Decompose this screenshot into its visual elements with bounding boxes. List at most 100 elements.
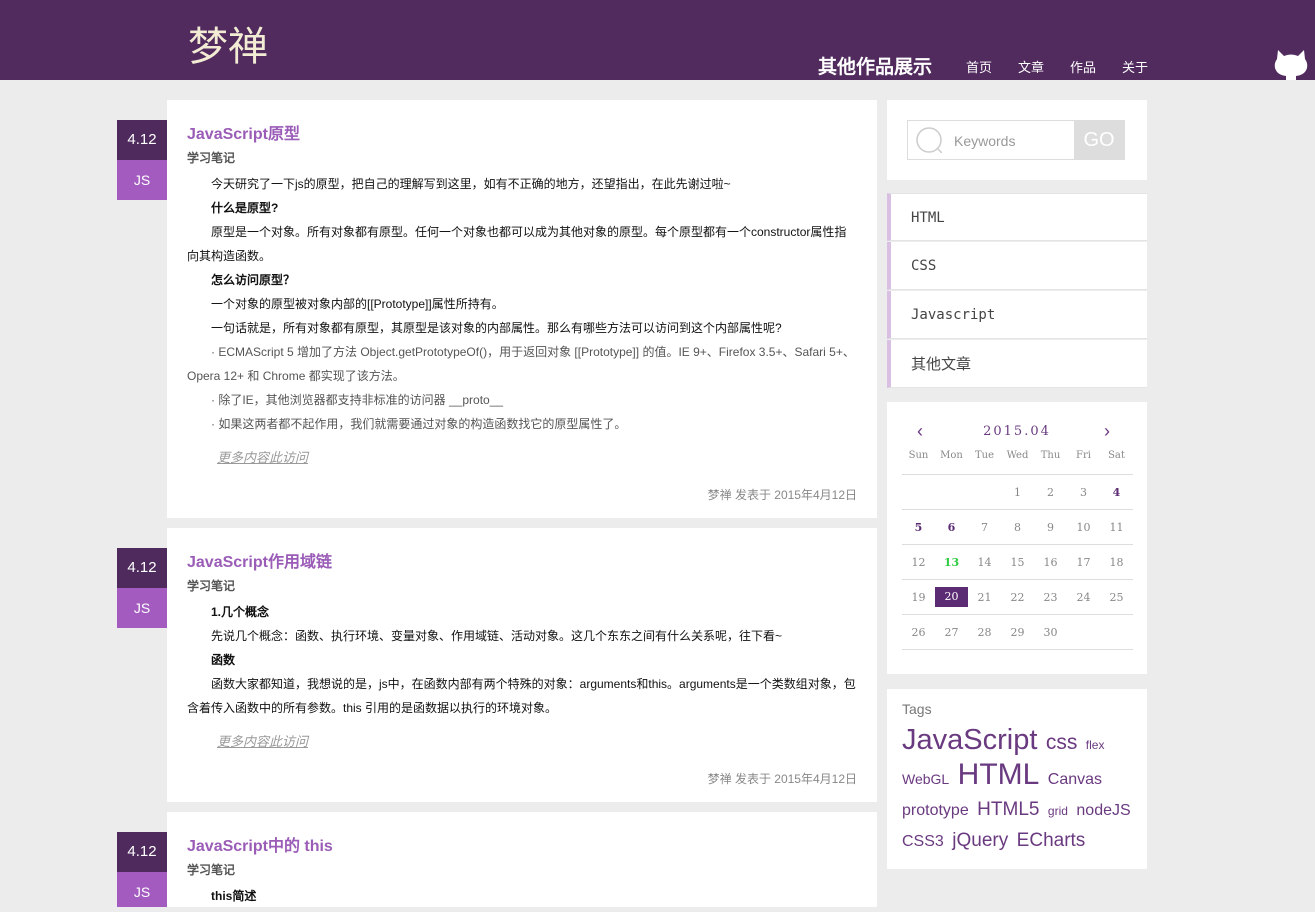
calendar-day[interactable]: 11 bbox=[1100, 521, 1133, 534]
tag-link[interactable]: ECharts bbox=[1017, 830, 1086, 851]
calendar-day[interactable]: 25 bbox=[1100, 591, 1133, 604]
brand-title[interactable]: 其他作品展示 bbox=[818, 52, 932, 79]
tag-link[interactable]: css bbox=[1046, 731, 1078, 754]
calendar-week: 1234 bbox=[902, 475, 1133, 510]
tags-widget: Tags JavaScript css flex WebGL HTML Canv… bbox=[887, 689, 1147, 869]
calendar-weekday: Sat bbox=[1108, 450, 1125, 461]
tag-link[interactable]: flex bbox=[1086, 738, 1105, 752]
post-excerpt: 今天研究了一下js的原型，把自己的理解写到这里，如有不正确的地方，还望指出，在此… bbox=[187, 172, 857, 436]
post-subheading: 怎么访问原型？ bbox=[211, 273, 296, 287]
post-subheading: this简述 bbox=[211, 889, 257, 903]
category-css[interactable]: CSS bbox=[887, 242, 1147, 290]
post-paragraph: 一个对象的原型被对象内部的[[Prototype]]属性所持有。 bbox=[211, 297, 504, 311]
calendar-weekday: Tue bbox=[974, 450, 995, 461]
calendar-day[interactable]: 10 bbox=[1067, 521, 1100, 534]
post-subheading: 什么是原型? bbox=[211, 201, 279, 215]
tag-link[interactable]: Canvas bbox=[1048, 771, 1102, 788]
tag-link[interactable]: CSS3 bbox=[902, 833, 944, 850]
calendar-day[interactable]: 16 bbox=[1034, 556, 1067, 569]
post-card: JavaScript中的 this 学习笔记 this简述 bbox=[167, 812, 877, 907]
calendar-day[interactable]: 21 bbox=[968, 591, 1001, 604]
calendar-day[interactable]: 24 bbox=[1067, 591, 1100, 604]
post-date-badge: 4.12 bbox=[117, 832, 167, 872]
tag-link[interactable]: HTML5 bbox=[977, 799, 1039, 820]
calendar-day[interactable]: 3 bbox=[1067, 486, 1100, 499]
search-go-button[interactable]: GO bbox=[1074, 121, 1124, 159]
post-paragraph: 一句话就是，所有对象都有原型，其原型是该对象的内部属性。那么有哪些方法可以访问到… bbox=[211, 321, 782, 335]
calendar-week: 5 6 7 8 9 10 11 bbox=[902, 510, 1133, 545]
nav-articles[interactable]: 文章 bbox=[1018, 57, 1044, 76]
post-paragraph: · 如果这两者都不起作用，我们就需要通过对象的构造函数找它的原型属性了。 bbox=[211, 417, 627, 431]
github-icon[interactable] bbox=[1274, 44, 1308, 80]
tag-link[interactable]: WebGL bbox=[902, 771, 949, 787]
category-html[interactable]: HTML bbox=[887, 193, 1147, 241]
search-input[interactable] bbox=[952, 129, 1076, 153]
nav-works[interactable]: 作品 bbox=[1070, 57, 1096, 76]
calendar-day[interactable]: 9 bbox=[1034, 521, 1067, 534]
calendar-day[interactable]: 27 bbox=[935, 626, 968, 639]
post-title[interactable]: JavaScript中的 this bbox=[187, 832, 333, 856]
calendar-day[interactable]: 22 bbox=[1001, 591, 1034, 604]
calendar-next-icon[interactable]: › bbox=[1104, 422, 1110, 440]
post-tag-badge[interactable]: JS bbox=[117, 160, 167, 200]
post-tag-badge[interactable]: JS bbox=[117, 588, 167, 628]
calendar-day[interactable]: 28 bbox=[968, 626, 1001, 639]
tags-title: Tags bbox=[902, 701, 932, 717]
calendar-day[interactable]: 18 bbox=[1100, 556, 1133, 569]
post-excerpt: this简述 bbox=[187, 884, 857, 908]
nav-home[interactable]: 首页 bbox=[966, 57, 992, 76]
calendar-weekday: Wed bbox=[1006, 450, 1029, 461]
post-paragraph: · 除了IE，其他浏览器都支持非标准的访问器 __proto__ bbox=[211, 393, 504, 407]
tag-link[interactable]: grid bbox=[1048, 804, 1068, 818]
svg-text:梦禅: 梦禅 bbox=[188, 24, 268, 70]
calendar-day[interactable]: 23 bbox=[1034, 591, 1067, 604]
calendar-day[interactable]: 1 bbox=[1001, 486, 1034, 499]
category-javascript[interactable]: Javascript bbox=[887, 291, 1147, 339]
post-paragraph: 原型是一个对象。所有对象都有原型。任何一个对象也都可以成为其他对象的原型。每个原… bbox=[187, 225, 847, 263]
calendar-day[interactable]: 17 bbox=[1067, 556, 1100, 569]
calendar-day[interactable]: 2 bbox=[1034, 486, 1067, 499]
search-box: GO bbox=[887, 100, 1147, 180]
tag-link[interactable]: prototype bbox=[902, 802, 969, 819]
calendar-day[interactable]: 29 bbox=[1001, 626, 1034, 639]
tag-link[interactable]: HTML bbox=[958, 758, 1040, 791]
tags-cloud: JavaScript css flex WebGL HTML Canvas pr… bbox=[902, 725, 1138, 857]
calendar-day[interactable]: 13 bbox=[935, 556, 968, 569]
tag-link[interactable]: nodeJS bbox=[1076, 802, 1130, 819]
calendar-day[interactable]: 6 bbox=[935, 521, 968, 534]
nav-about[interactable]: 关于 bbox=[1122, 57, 1148, 76]
calendar-day[interactable]: 26 bbox=[902, 626, 935, 639]
calendar-day[interactable]: 5 bbox=[902, 521, 935, 534]
calendar-day[interactable]: 15 bbox=[1001, 556, 1034, 569]
site-logo[interactable]: 梦禅 bbox=[188, 20, 288, 70]
calendar-day[interactable]: 4 bbox=[1100, 486, 1133, 499]
post-title[interactable]: JavaScript原型 bbox=[187, 120, 300, 144]
read-more-link[interactable]: 更多内容此访问 bbox=[217, 447, 308, 466]
calendar-weekday: Sun bbox=[908, 450, 929, 461]
calendar-week: 12 13 14 15 16 17 18 bbox=[902, 545, 1133, 580]
post-paragraph: 函数大家都知道，我想说的是，js中，在函数内部有两个特殊的对象：argument… bbox=[187, 677, 856, 715]
post-title[interactable]: JavaScript作用域链 bbox=[187, 548, 332, 572]
calendar-day[interactable]: 12 bbox=[902, 556, 935, 569]
post-date-badge: 4.12 bbox=[117, 548, 167, 588]
site-header: 梦禅 其他作品展示 首页 文章 作品 关于 bbox=[0, 0, 1315, 80]
post-subheading: 函数 bbox=[211, 653, 236, 667]
category-other[interactable]: 其他文章 bbox=[887, 340, 1147, 388]
post-meta: 梦禅 发表于 2015年4月12日 bbox=[707, 772, 857, 786]
calendar-day[interactable]: 19 bbox=[902, 591, 935, 604]
calendar-day[interactable]: 14 bbox=[968, 556, 1001, 569]
read-more-link[interactable]: 更多内容此访问 bbox=[217, 731, 308, 750]
calendar-weekday: Mon bbox=[940, 450, 963, 461]
search-field: GO bbox=[907, 120, 1125, 160]
calendar-day[interactable]: 7 bbox=[968, 521, 1001, 534]
tag-link[interactable]: JavaScript bbox=[902, 724, 1037, 756]
tag-link[interactable]: jQuery bbox=[952, 830, 1008, 851]
post-tag-badge[interactable]: JS bbox=[117, 872, 167, 907]
calendar-day[interactable]: 30 bbox=[1034, 626, 1067, 639]
post-paragraph: · ECMAScript 5 增加了方法 Object.getPrototype… bbox=[187, 345, 855, 383]
post-date-badge: 4.12 bbox=[117, 120, 167, 160]
search-icon bbox=[916, 127, 942, 153]
calendar-day[interactable]: 20 bbox=[935, 587, 968, 607]
calendar-day[interactable]: 8 bbox=[1001, 521, 1034, 534]
calendar-week: 19 20 21 22 23 24 25 bbox=[902, 580, 1133, 615]
